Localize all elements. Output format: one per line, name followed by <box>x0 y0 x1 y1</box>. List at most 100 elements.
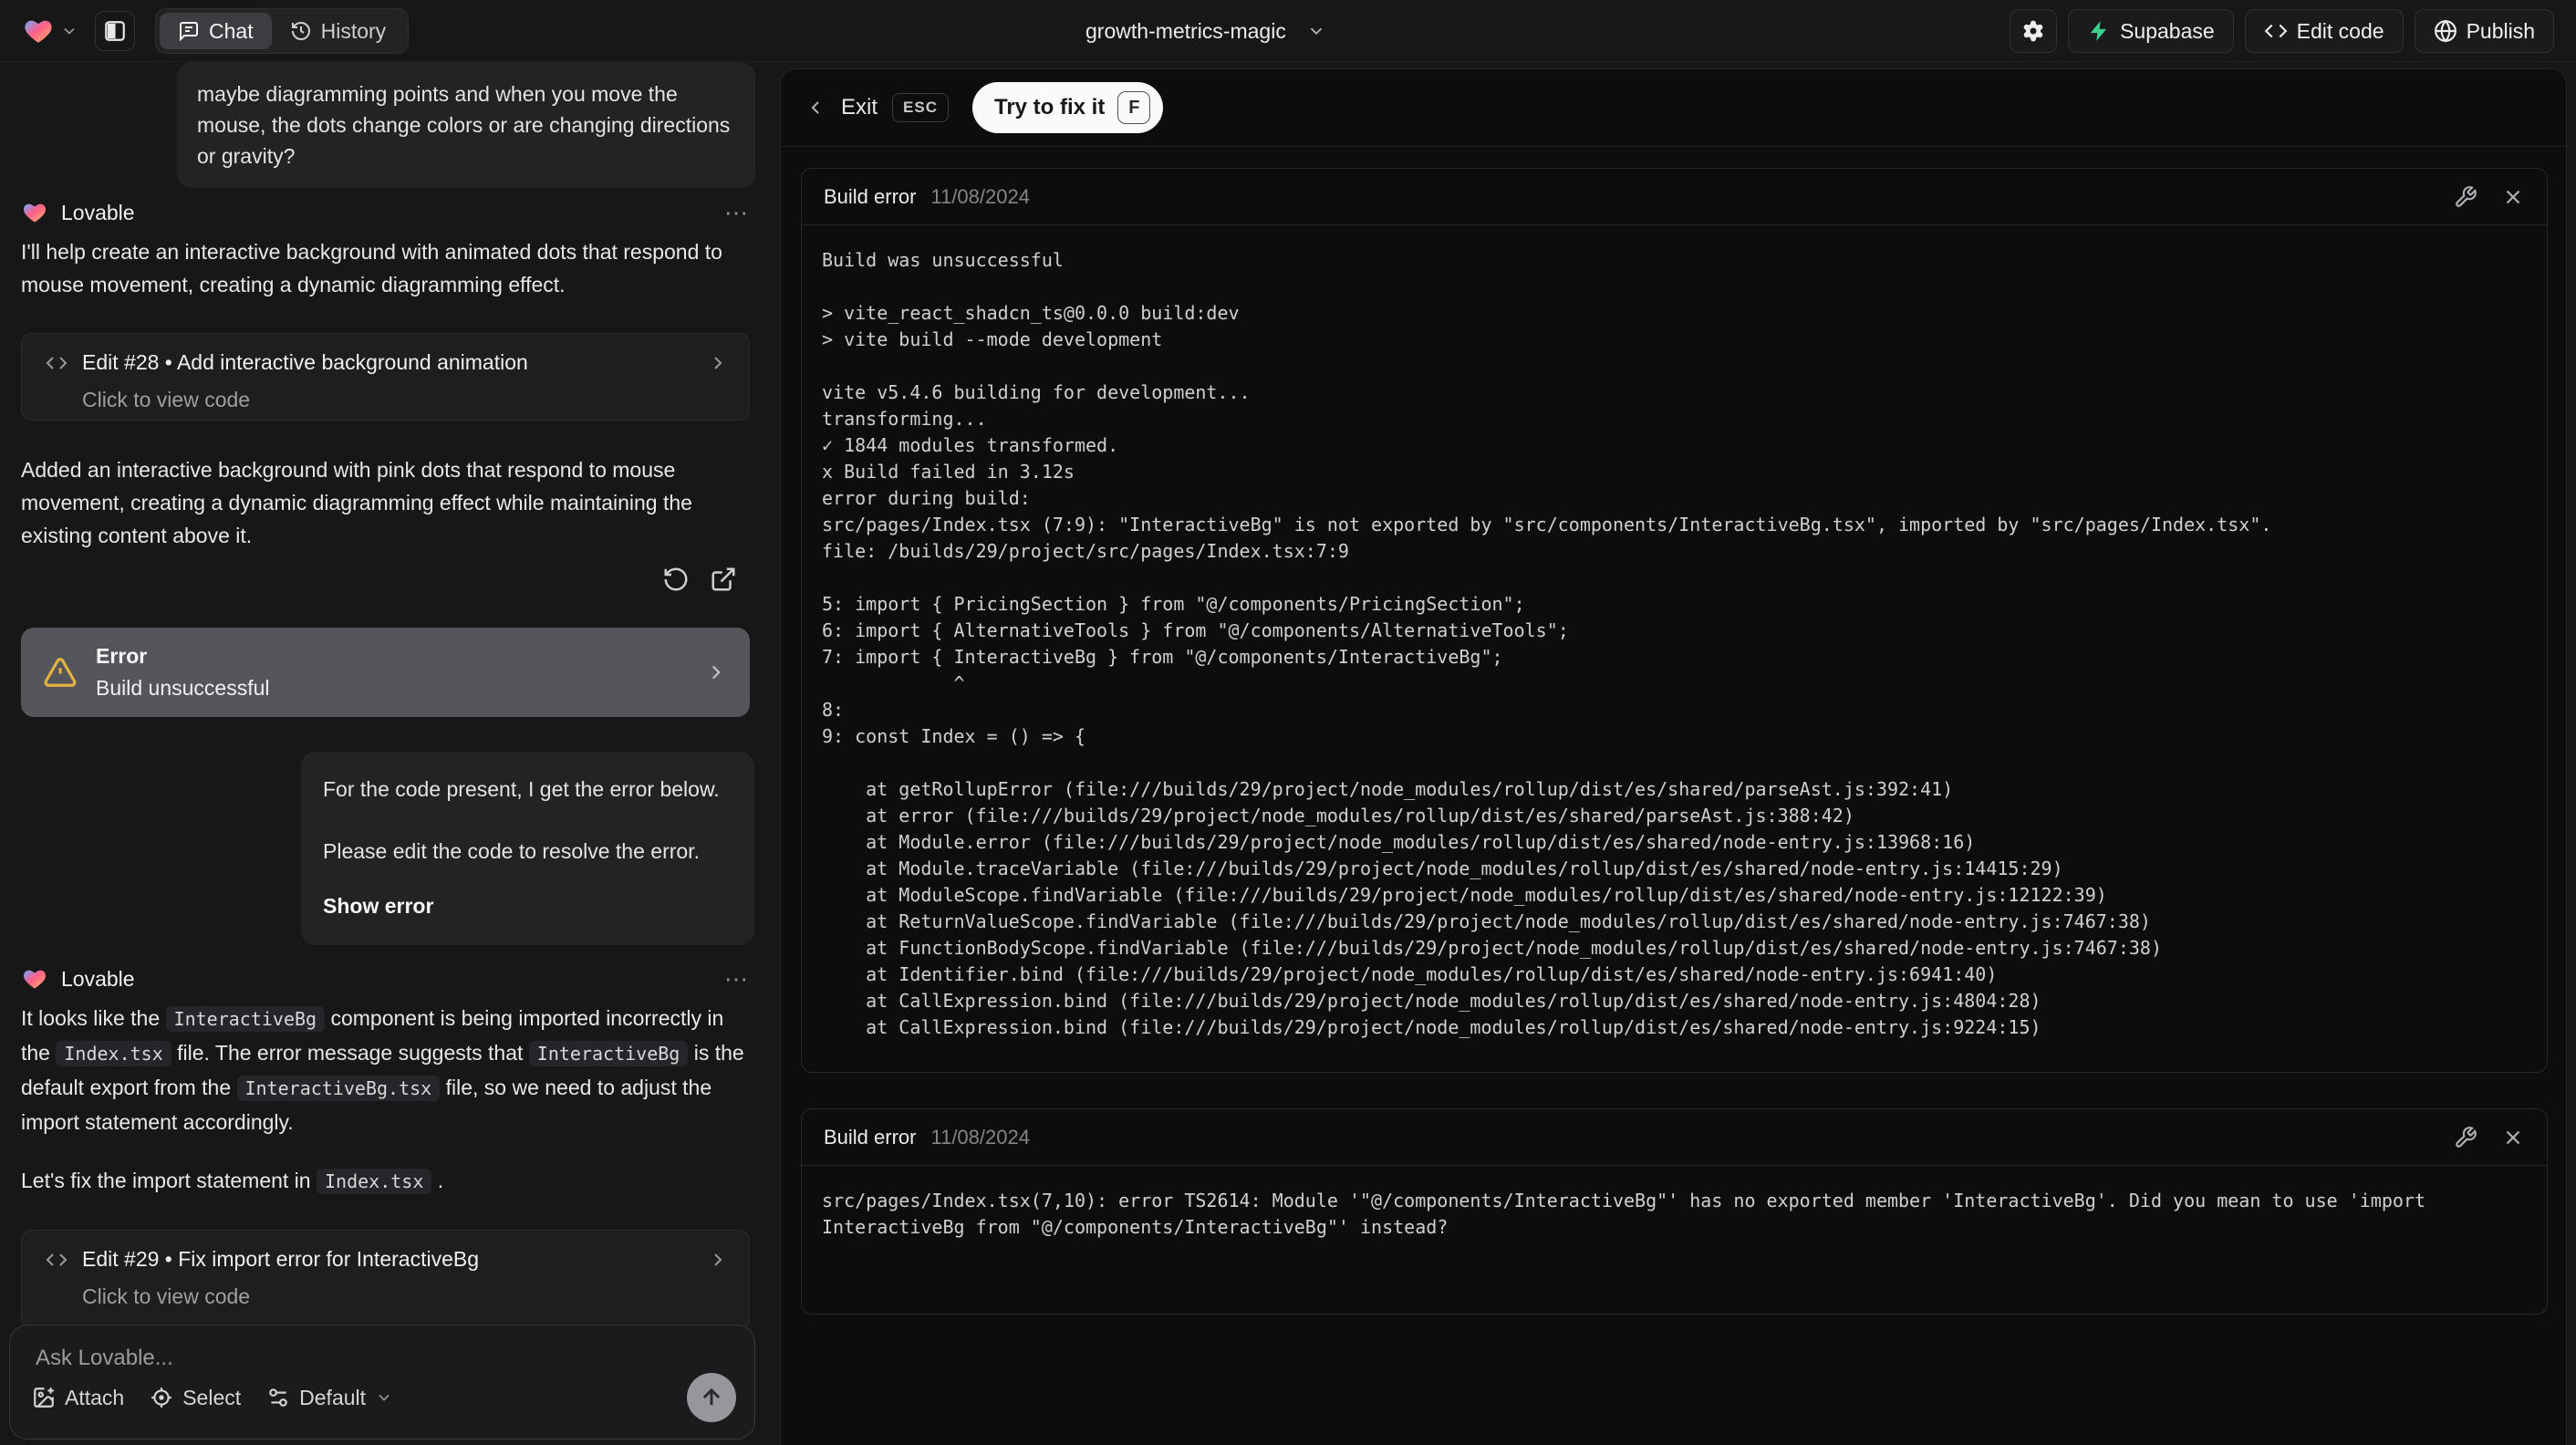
wrench-icon[interactable] <box>2454 185 2477 209</box>
assistant-name: Lovable <box>61 966 135 991</box>
chat-bubble-icon <box>180 22 198 42</box>
edit-code-label: Edit code <box>2296 18 2384 43</box>
build-error-date: 11/08/2024 <box>930 184 1030 208</box>
build-error-actions <box>2454 185 2525 209</box>
edit-28-subtitle: Click to view code <box>82 388 251 411</box>
edit-28-card[interactable]: Edit #28 • Add interactive background an… <box>21 333 750 421</box>
try-to-fix-button[interactable]: Try to fix it F <box>971 82 1164 133</box>
chevron-right-icon <box>714 356 722 369</box>
lovable-logo-menu[interactable] <box>22 16 78 47</box>
console-line: x Build failed in 3.12s <box>822 461 1075 483</box>
console-line: 8: <box>822 699 856 721</box>
arrow-up-icon <box>702 1388 721 1406</box>
lovable-app: Chat History growth-metrics-magic Supaba… <box>0 0 2576 1445</box>
assistant-fix-text: It looks like the InteractiveBg componen… <box>21 1006 744 1134</box>
attach-button[interactable]: Attach <box>32 1386 124 1410</box>
assistant-fix-text-2: Let's fix the import statement in Index.… <box>21 1169 444 1194</box>
tab-chat-label: Chat <box>209 18 254 43</box>
more-options-icon[interactable]: ⋯ <box>724 965 750 993</box>
send-button[interactable] <box>687 1373 736 1422</box>
console-line: InteractiveBg from "@/components/Interac… <box>822 1216 1449 1238</box>
mode-dropdown[interactable]: Default <box>266 1386 393 1410</box>
chat-panel: maybe diagramming points and when you mo… <box>0 62 774 1445</box>
console-line: vite v5.4.6 building for development... <box>822 381 1251 403</box>
settings-button[interactable] <box>2010 9 2058 53</box>
show-error-link[interactable]: Show error <box>323 890 732 921</box>
exit-button[interactable]: Exit ESC <box>805 93 949 122</box>
code-icon <box>46 356 68 369</box>
external-link-icon[interactable] <box>710 566 737 593</box>
wrench-icon[interactable] <box>2454 1126 2477 1149</box>
mode-label: Default <box>299 1385 367 1409</box>
console-line: src/pages/Index.tsx(7,10): error TS2614:… <box>822 1190 2425 1211</box>
console-line: 5: import { PricingSection } from "@/com… <box>822 593 1525 615</box>
sliders-icon <box>269 1388 287 1407</box>
edit-29-title: Edit #29 • Fix import error for Interact… <box>82 1247 479 1271</box>
composer-toolbar: Attach Select Default <box>32 1373 736 1422</box>
topbar-left: Chat History <box>22 0 410 62</box>
code-icon <box>2264 24 2288 38</box>
attach-label: Attach <box>65 1385 125 1409</box>
console-line: > vite build --mode development <box>822 328 1163 350</box>
build-error-actions <box>2454 1126 2525 1149</box>
edit-28-row: Edit #28 • Add interactive background an… <box>46 350 729 375</box>
composer: Attach Select Default <box>9 1325 755 1440</box>
chevron-left-icon <box>811 101 819 114</box>
console-line: ✓ 1844 modules transformed. <box>822 434 1119 456</box>
console-line: at getRollupError (file:///builds/29/pro… <box>822 778 1954 800</box>
more-options-icon[interactable]: ⋯ <box>724 199 750 227</box>
edit-29-subtitle: Click to view code <box>82 1284 251 1308</box>
edit-29-row: Edit #29 • Fix import error for Interact… <box>46 1247 729 1272</box>
console-line: at ReturnValueScope.findVariable (file:/… <box>822 910 2151 932</box>
close-icon[interactable] <box>2501 185 2525 209</box>
message-actions <box>662 566 737 593</box>
assistant-header: Lovable ⋯ <box>21 962 750 995</box>
chevron-right-icon <box>714 1253 722 1266</box>
build-error-panel-1: Build error 11/08/2024 Build was unsucce… <box>801 168 2548 1073</box>
error-card-texts: Error Build unsuccessful <box>96 644 270 701</box>
assistant-header: Lovable ⋯ <box>21 196 750 229</box>
supabase-button[interactable]: Supabase <box>2068 9 2234 53</box>
console-line: 7: import { InteractiveBg } from "@/comp… <box>822 646 1503 668</box>
panel-left-icon <box>105 21 125 41</box>
chat-input[interactable] <box>36 1346 711 1371</box>
edit-29-card[interactable]: Edit #29 • Fix import error for Interact… <box>21 1230 750 1330</box>
chevron-down-icon <box>379 1394 390 1401</box>
chat-history-tabgroup: Chat History <box>155 8 410 54</box>
target-icon <box>151 1388 172 1408</box>
user-message: maybe diagramming points and when you mo… <box>177 62 755 188</box>
build-error-panel-2: Build error 11/08/2024 src/pages/Index.t… <box>801 1108 2548 1315</box>
error-card-title: Error <box>96 644 148 668</box>
code-icon <box>46 1253 68 1266</box>
tab-history-label: History <box>320 18 387 43</box>
sidebar-toggle-button[interactable] <box>95 11 135 51</box>
select-label: Select <box>182 1385 242 1409</box>
tab-chat[interactable]: Chat <box>160 13 272 49</box>
close-icon[interactable] <box>2501 1126 2525 1149</box>
preview-header: Exit ESC Try to fix it F <box>781 69 2566 147</box>
console-line: at Module.error (file:///builds/29/proje… <box>822 831 1976 853</box>
supabase-icon <box>2090 21 2107 41</box>
edit-code-button[interactable]: Edit code <box>2244 9 2404 53</box>
esc-key-badge: ESC <box>892 93 949 122</box>
console-line: at FunctionBodyScope.findVariable (file:… <box>822 937 2163 959</box>
build-error-header: Build error 11/08/2024 <box>802 1109 2547 1166</box>
heart-logo-icon <box>23 970 47 989</box>
user-message-line: For the code present, I get the error be… <box>323 777 720 801</box>
project-name: growth-metrics-magic <box>1085 18 1286 43</box>
build-error-card[interactable]: Error Build unsuccessful <box>21 628 750 717</box>
console-line: at error (file:///builds/29/project/node… <box>822 805 1854 826</box>
error-card-subtitle: Build unsuccessful <box>96 676 270 700</box>
publish-button[interactable]: Publish <box>2414 9 2554 53</box>
console-line: ^ <box>822 672 965 694</box>
console-line: error during build: <box>822 487 1031 509</box>
assistant-intro-text: I'll help create an interactive backgrou… <box>21 240 722 296</box>
restore-icon[interactable] <box>662 566 690 593</box>
tab-history[interactable]: History <box>272 13 405 49</box>
supabase-label: Supabase <box>2120 18 2215 43</box>
project-switcher[interactable]: growth-metrics-magic <box>1085 0 1326 62</box>
console-line: transforming... <box>822 408 987 430</box>
select-button[interactable]: Select <box>150 1386 241 1410</box>
